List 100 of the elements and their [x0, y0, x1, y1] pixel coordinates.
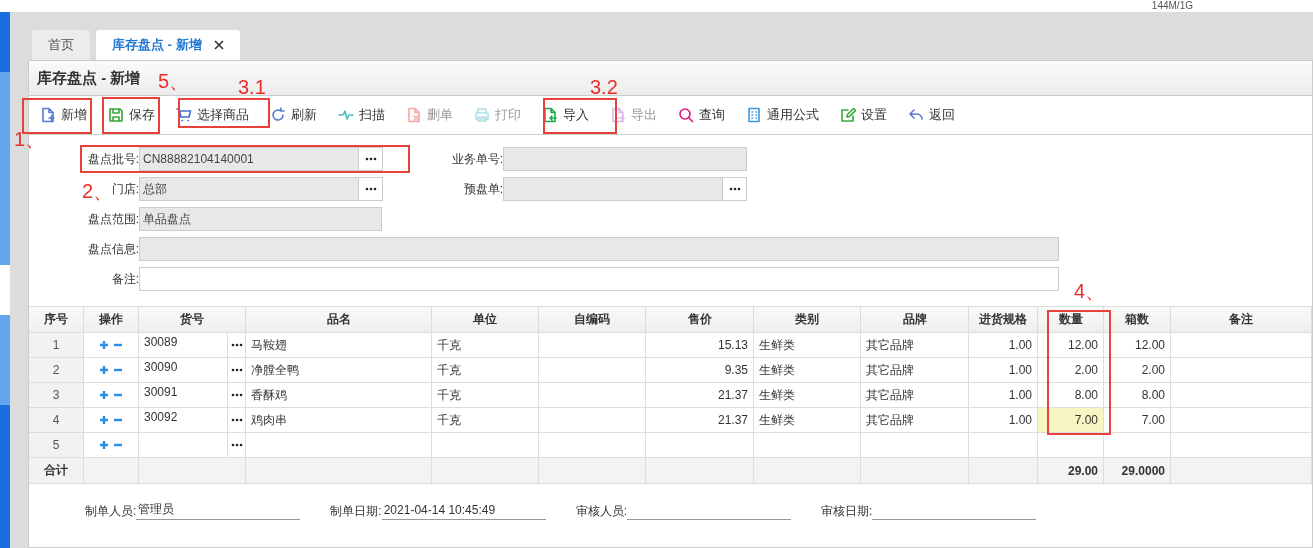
total-cell: 29.0000 [1104, 458, 1171, 483]
close-icon[interactable] [213, 40, 224, 50]
toolbar-button[interactable]: 选择商品 [169, 102, 256, 128]
batch-number-field[interactable]: CN88882104140001 [139, 147, 359, 171]
toolbar-button[interactable]: 扫描 [331, 102, 392, 128]
calculator-icon [746, 107, 762, 123]
table-cell: 1.00 [969, 333, 1038, 357]
table-cell: 马鞍翅 [246, 333, 432, 357]
highlight-frame [22, 98, 92, 134]
document-plus-icon [40, 107, 56, 123]
document-arrow-icon [542, 107, 558, 123]
column-header: 品牌 [861, 307, 969, 332]
field-label: 备注: [110, 270, 139, 288]
column-header: 操作 [84, 307, 139, 332]
store-field[interactable]: 总部 [139, 177, 359, 201]
tab[interactable]: 库存盘点 - 新增 [96, 30, 240, 60]
step-annotation: 2、 [82, 180, 114, 202]
table-cell: 2.00 [1104, 358, 1171, 382]
table-cell: 生鲜类 [754, 383, 861, 407]
row-number: 1 [29, 333, 84, 357]
table-cell: 7.00 [1104, 408, 1171, 432]
column-header: 自编码 [539, 307, 646, 332]
back-arrow-icon [908, 107, 924, 123]
table-cell: 千克 [432, 408, 539, 432]
table-cell: 2.00 [1038, 358, 1104, 382]
toolbar-button[interactable]: 新增 [33, 102, 94, 128]
table-cell: 鸡肉串 [246, 408, 432, 432]
table-cell: 生鲜类 [754, 333, 861, 357]
row-number: 3 [29, 383, 84, 407]
table-cell: 8.00 [1104, 383, 1171, 407]
ellipsis-icon [230, 343, 243, 347]
underline-field[interactable]: 管理员 [136, 500, 301, 520]
column-header: 备注 [1171, 307, 1312, 332]
pre-count-field[interactable] [503, 177, 723, 201]
toolbar-button[interactable]: 返回 [901, 102, 962, 128]
underline-field[interactable]: 2021-04-14 10:45:49 [381, 500, 546, 520]
refresh-icon [270, 107, 286, 123]
column-header: 数量 [1038, 307, 1104, 332]
table-cell: 其它品牌 [861, 358, 969, 382]
ellipsis-icon [364, 187, 377, 191]
tab[interactable]: 首页 [32, 30, 90, 60]
column-header: 单位 [432, 307, 539, 332]
table-cell: 千克 [432, 358, 539, 382]
table-cell: 千克 [432, 333, 539, 357]
business-number-field[interactable] [503, 147, 747, 171]
row-number: 5 [29, 433, 84, 457]
total-cell: 29.00 [1038, 458, 1104, 483]
document-x-icon [406, 107, 422, 123]
table-cell: 21.37 [646, 383, 754, 407]
add-row-icon[interactable] [99, 365, 109, 375]
toolbar-button[interactable]: 设置 [833, 102, 894, 128]
ellipsis-icon [230, 443, 243, 447]
ellipsis-icon [364, 157, 377, 161]
table-cell: 生鲜类 [754, 358, 861, 382]
field-label: 盘点范围: [86, 210, 139, 228]
column-header: 售价 [646, 307, 754, 332]
toolbar-button[interactable]: 通用公式 [739, 102, 826, 128]
row-number: 2 [29, 358, 84, 382]
field-label: 盘点批号: [86, 150, 139, 168]
step-annotation: 4、 [1074, 280, 1106, 302]
ellipsis-icon [728, 187, 741, 191]
ellipsis-icon [230, 393, 243, 397]
table-cell: 其它品牌 [861, 383, 969, 407]
column-header: 类别 [754, 307, 861, 332]
add-row-icon[interactable] [99, 390, 109, 400]
column-header: 货号 [139, 307, 246, 332]
edit-icon [840, 107, 856, 123]
toolbar-button[interactable]: 导入 [535, 102, 596, 128]
toolbar-button[interactable]: 刷新 [263, 102, 324, 128]
table-cell: 15.13 [646, 333, 754, 357]
add-row-icon[interactable] [99, 440, 109, 450]
toolbar-button[interactable]: 保存 [101, 102, 162, 128]
printer-icon [474, 107, 490, 123]
document-arrow-icon [610, 107, 626, 123]
memory-status: 144M/1G [1151, 1, 1193, 11]
field-label: 制单人员: [85, 503, 137, 520]
add-row-icon[interactable] [99, 340, 109, 350]
field-label: 盘点信息: [86, 240, 139, 258]
table-cell: 千克 [432, 383, 539, 407]
toolbar-button[interactable]: 查询 [671, 102, 732, 128]
add-row-icon[interactable] [99, 415, 109, 425]
column-header: 序号 [29, 307, 84, 332]
highlight-frame [102, 97, 160, 134]
panel-title: 库存盘点 - 新增 [37, 68, 141, 88]
table-cell: 净膛全鸭 [246, 358, 432, 382]
field-label: 审核日期: [821, 503, 873, 520]
step-annotation: 3.1 [238, 76, 266, 98]
column-header: 箱数 [1104, 307, 1171, 332]
table-cell: 其它品牌 [861, 408, 969, 432]
info-field[interactable] [139, 237, 1059, 261]
cart-icon [176, 107, 192, 123]
remark-field[interactable] [139, 267, 1059, 291]
table-cell: 生鲜类 [754, 408, 861, 432]
table-cell: 其它品牌 [861, 333, 969, 357]
ellipsis-icon [230, 368, 243, 372]
field-label: 审核人员: [575, 503, 628, 520]
field-label: 门店: [111, 181, 139, 196]
table-cell: 1.00 [969, 358, 1038, 382]
scope-field[interactable]: 单品盘点 [139, 207, 382, 231]
step-annotation: 1、 [14, 128, 46, 150]
